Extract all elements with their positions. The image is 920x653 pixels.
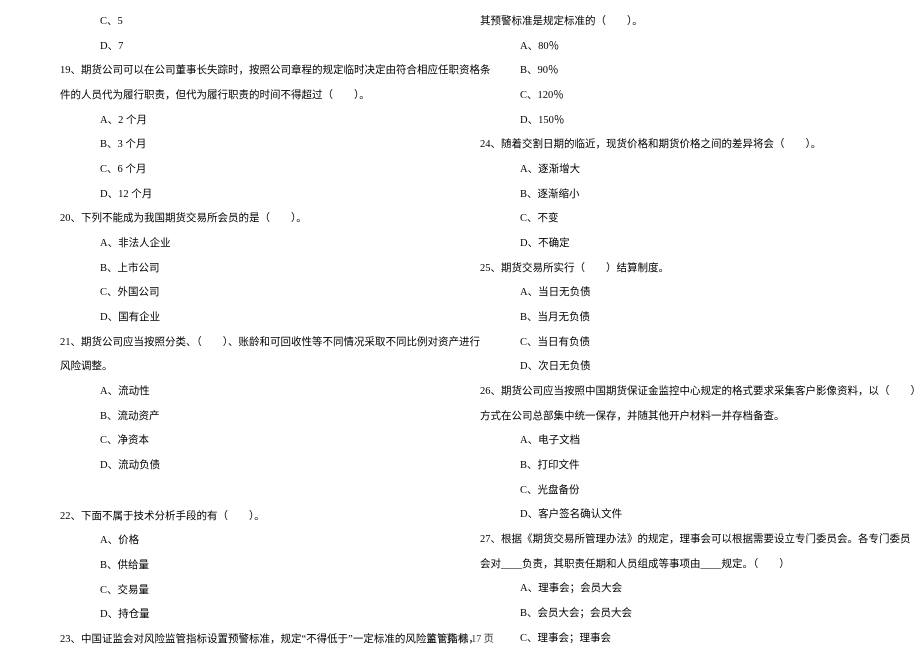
q26-stem: 26、期货公司应当按照中国期货保证金监控中心规定的格式要求采集客户影像资料，以（… [480,380,870,405]
q23-option-a: A、80％ [480,35,870,60]
q25-option-c: C、当日有负债 [480,331,870,356]
q21-option-d: D、流动负债 [60,454,430,479]
q23-option-d: D、150％ [480,109,870,134]
spacer [60,479,430,505]
q20-option-d: D、国有企业 [60,306,430,331]
q20-stem: 20、下列不能成为我国期货交易所会员的是（ ）。 [60,207,430,232]
q26-option-c: C、光盘备份 [480,479,870,504]
q26-stem-cont: 方式在公司总部集中统一保存，并随其他开户材料一并存档备查。 [480,405,870,430]
q25-option-b: B、当月无负债 [480,306,870,331]
q21-option-a: A、流动性 [60,380,430,405]
q27-option-b: B、会员大会；会员大会 [480,602,870,627]
q21-option-c: C、净资本 [60,429,430,454]
q19-stem: 19、期货公司可以在公司董事长失踪时，按照公司章程的规定临时决定由符合相应任职资… [60,59,430,84]
q21-option-b: B、流动资产 [60,405,430,430]
q25-option-a: A、当日无负债 [480,281,870,306]
q20-option-c: C、外国公司 [60,281,430,306]
q19-option-c: C、6 个月 [60,158,430,183]
q22-stem: 22、下面不属于技术分析手段的有（ ）。 [60,505,430,530]
q21-stem-cont: 风险调整。 [60,355,430,380]
q25-stem: 25、期货交易所实行（ ）结算制度。 [480,257,870,282]
right-column: 其预警标准是规定标准的（ ）。 A、80％ B、90％ C、120％ D、150… [460,10,920,620]
q23-stem-cont: 其预警标准是规定标准的（ ）。 [480,10,870,35]
q23-option-c: C、120％ [480,84,870,109]
page-footer: 第 3 页 共 17 页 [0,630,920,645]
q27-stem-cont: 会对____负责，其职责任期和人员组成等事项由____规定。（ ） [480,553,870,578]
q22-option-b: B、供给量 [60,554,430,579]
q20-option-b: B、上市公司 [60,257,430,282]
page-content: C、5 D、7 19、期货公司可以在公司董事长失踪时，按照公司章程的规定临时决定… [0,0,920,620]
q26-option-d: D、客户签名确认文件 [480,503,870,528]
q27-option-a: A、理事会；会员大会 [480,577,870,602]
q24-option-d: D、不确定 [480,232,870,257]
q19-stem-cont: 件的人员代为履行职责，但代为履行职责的时间不得超过（ ）。 [60,84,430,109]
q24-option-a: A、逐渐增大 [480,158,870,183]
q22-option-d: D、持仓量 [60,603,430,628]
q25-option-d: D、次日无负债 [480,355,870,380]
q26-option-a: A、电子文档 [480,429,870,454]
q24-option-c: C、不变 [480,207,870,232]
q24-stem: 24、随着交割日期的临近，现货价格和期货价格之间的差异将会（ ）。 [480,133,870,158]
q19-option-a: A、2 个月 [60,109,430,134]
q20-option-a: A、非法人企业 [60,232,430,257]
q27-stem: 27、根据《期货交易所管理办法》的规定，理事会可以根据需要设立专门委员会。各专门… [480,528,870,553]
q26-option-b: B、打印文件 [480,454,870,479]
q19-option-b: B、3 个月 [60,133,430,158]
q21-stem: 21、期货公司应当按照分类、（ ）、账龄和可回收性等不同情况采取不同比例对资产进… [60,331,430,356]
q18-option-d: D、7 [60,35,430,60]
q23-option-b: B、90％ [480,59,870,84]
q18-option-c: C、5 [60,10,430,35]
q24-option-b: B、逐渐缩小 [480,183,870,208]
q22-option-c: C、交易量 [60,579,430,604]
q19-option-d: D、12 个月 [60,183,430,208]
q22-option-a: A、价格 [60,529,430,554]
left-column: C、5 D、7 19、期货公司可以在公司董事长失踪时，按照公司章程的规定临时决定… [0,10,460,620]
